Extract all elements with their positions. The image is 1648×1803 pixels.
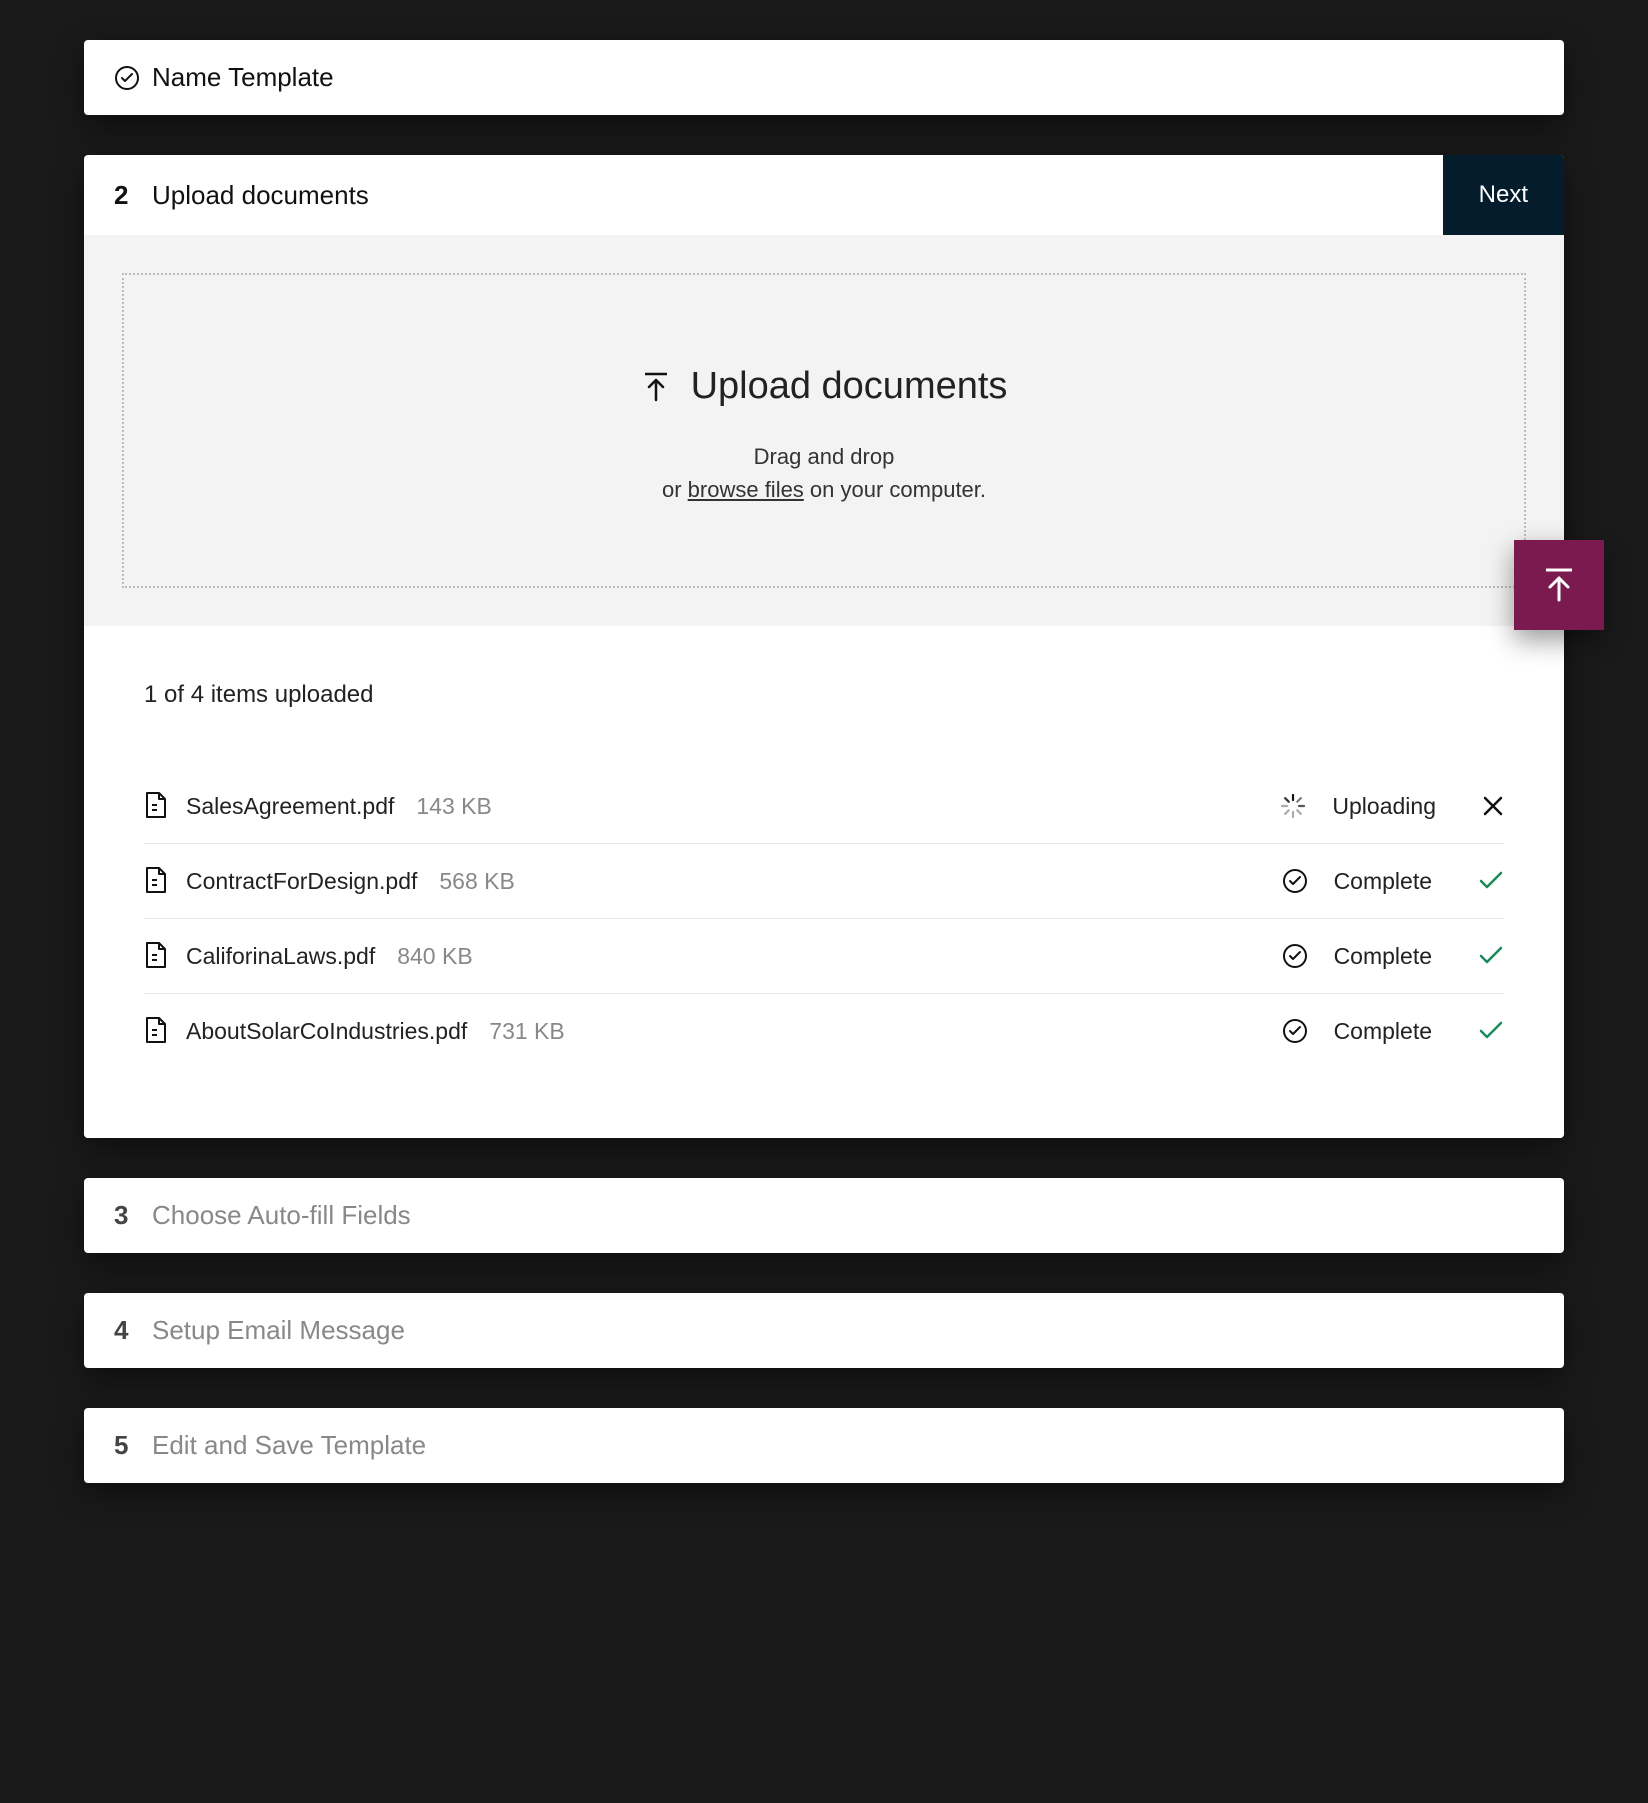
file-row: SalesAgreement.pdf 143 KB Uploading bbox=[144, 769, 1504, 844]
document-icon bbox=[144, 941, 170, 971]
spinner-icon bbox=[1280, 793, 1306, 819]
checkmark-icon bbox=[1478, 1021, 1504, 1041]
upload-status-label: Uploading bbox=[1332, 793, 1436, 820]
dropzone-sub-line1: Drag and drop bbox=[144, 440, 1504, 473]
upload-icon bbox=[641, 370, 671, 404]
step-title: Edit and Save Template bbox=[152, 1430, 1534, 1461]
upload-dropzone[interactable]: Upload documents Drag and drop or browse… bbox=[122, 273, 1526, 588]
step-setup-email[interactable]: 4 Setup Email Message bbox=[84, 1293, 1564, 1368]
check-circle-icon bbox=[114, 65, 152, 91]
file-name: AboutSolarCoIndustries.pdf bbox=[186, 1018, 467, 1045]
step-number: 5 bbox=[114, 1430, 152, 1461]
step-number: 2 bbox=[114, 180, 152, 211]
file-name: ContractForDesign.pdf bbox=[186, 868, 417, 895]
file-row: AboutSolarCoIndustries.pdf 731 KB Complete bbox=[144, 994, 1504, 1068]
step-title: Upload documents bbox=[152, 180, 1443, 211]
document-icon bbox=[144, 866, 170, 896]
file-size: 143 KB bbox=[416, 793, 491, 820]
next-button[interactable]: Next bbox=[1443, 155, 1564, 235]
upload-icon bbox=[1540, 564, 1578, 606]
step-number: 3 bbox=[114, 1200, 152, 1231]
step-name-template[interactable]: Name Template bbox=[84, 40, 1564, 115]
document-icon bbox=[144, 1016, 170, 1046]
upload-count-header: 1 of 4 items uploaded bbox=[144, 681, 1504, 709]
step-title: Setup Email Message bbox=[152, 1315, 1534, 1346]
file-size: 568 KB bbox=[439, 868, 514, 895]
check-circle-icon bbox=[1282, 868, 1308, 894]
check-circle-icon bbox=[1282, 943, 1308, 969]
file-size: 840 KB bbox=[397, 943, 472, 970]
document-icon bbox=[144, 791, 170, 821]
step-upload-documents: 2 Upload documents Next Upload documents… bbox=[84, 155, 1564, 1138]
file-row: CaliforinaLaws.pdf 840 KB Complete bbox=[144, 919, 1504, 994]
upload-status-label: Complete bbox=[1334, 868, 1432, 895]
dropzone-title: Upload documents bbox=[691, 365, 1008, 408]
file-name: CaliforinaLaws.pdf bbox=[186, 943, 375, 970]
browse-files-link[interactable]: browse files bbox=[688, 477, 804, 502]
file-name: SalesAgreement.pdf bbox=[186, 793, 394, 820]
floating-upload-button[interactable] bbox=[1514, 540, 1604, 630]
file-row: ContractForDesign.pdf 568 KB Complete bbox=[144, 844, 1504, 919]
upload-status-label: Complete bbox=[1334, 943, 1432, 970]
step-edit-save[interactable]: 5 Edit and Save Template bbox=[84, 1408, 1564, 1483]
file-size: 731 KB bbox=[489, 1018, 564, 1045]
dropzone-sub-suffix: on your computer. bbox=[804, 477, 986, 502]
upload-status-label: Complete bbox=[1334, 1018, 1432, 1045]
check-circle-icon bbox=[1282, 1018, 1308, 1044]
checkmark-icon bbox=[1478, 871, 1504, 891]
step-number: 4 bbox=[114, 1315, 152, 1346]
step-title: Choose Auto-fill Fields bbox=[152, 1200, 1534, 1231]
step-choose-autofill[interactable]: 3 Choose Auto-fill Fields bbox=[84, 1178, 1564, 1253]
step-title: Name Template bbox=[152, 62, 1534, 93]
checkmark-icon bbox=[1478, 946, 1504, 966]
cancel-upload-button[interactable] bbox=[1482, 795, 1504, 817]
dropzone-sub-prefix: or bbox=[662, 477, 688, 502]
